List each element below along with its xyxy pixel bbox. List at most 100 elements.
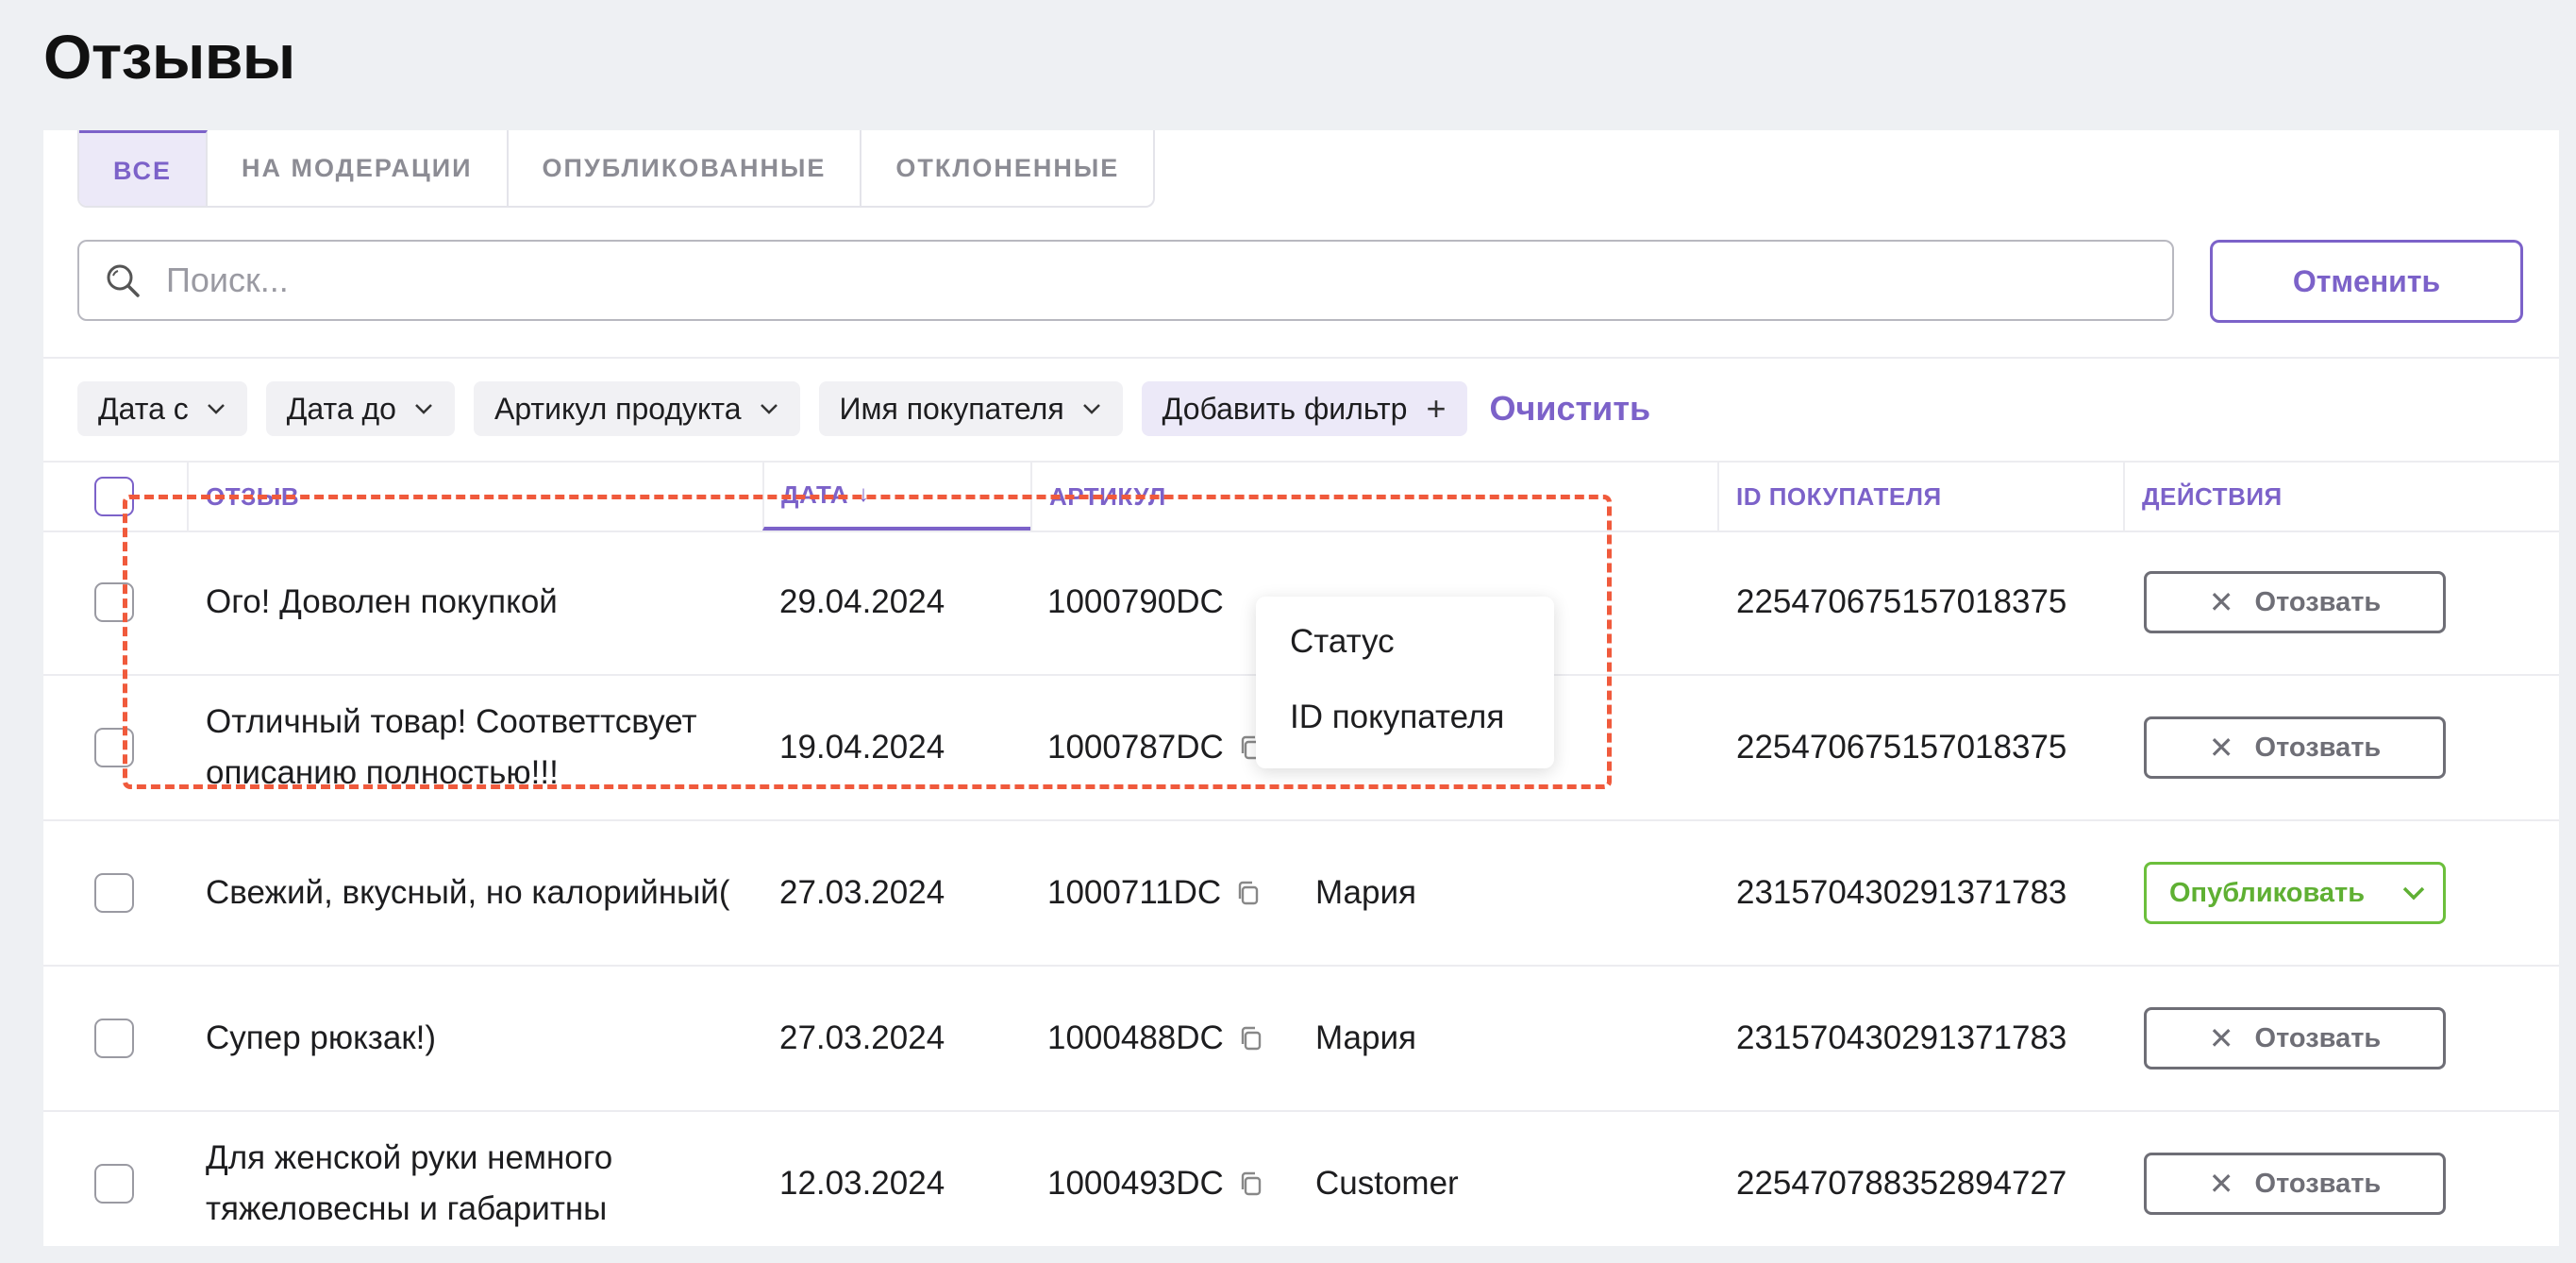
add-filter-label: Добавить фильтр [1162,391,1408,426]
revoke-button[interactable]: ✕ Отозвать [2144,1007,2446,1069]
revoke-label: Отозвать [2254,732,2382,763]
revoke-label: Отозвать [2254,1168,2382,1199]
column-date-label: ДАТА [781,480,849,509]
review-text: Свежий, вкусный, но калорийный( [206,874,730,911]
buyer-id: 231570430291371783 [1736,1019,2067,1056]
revoke-button[interactable]: ✕ Отозвать [2144,571,2446,633]
close-icon: ✕ [2208,731,2234,765]
add-filter-button[interactable]: Добавить фильтр + [1141,381,1467,436]
menu-item-status[interactable]: Статус [1290,623,1395,661]
buyer-name: Мария [1315,874,1416,911]
review-date: 27.03.2024 [779,874,945,911]
row-checkbox[interactable] [94,1019,134,1058]
select-all-checkbox[interactable] [94,477,134,516]
buyer-id: 225470788352894727 [1736,1165,2067,1202]
clear-filters-link[interactable]: Очистить [1490,389,1651,429]
filter-date-from[interactable]: Дата с [77,381,247,436]
tab-all[interactable]: ВСЕ [79,130,208,206]
table-row: Для женской руки немного тяжеловесны и г… [43,1112,2559,1255]
status-tabs: ВСЕ НА МОДЕРАЦИИ ОПУБЛИКОВАННЫЕ ОТКЛОНЕН… [77,130,1156,208]
article-value: 1000711DC [1047,874,1222,911]
review-text: Ого! Доволен покупкой [206,583,558,620]
review-text: Отличный товар! Соответтсвует описанию п… [206,703,697,791]
search-icon [107,264,140,297]
menu-item-buyer-id[interactable]: ID покупателя [1290,699,1504,736]
add-filter-menu: Статус ID покупателя [1256,597,1554,768]
row-checkbox[interactable] [94,728,134,767]
sort-arrow-icon: ↓ [858,481,870,507]
row-checkbox-cell [94,530,134,674]
filter-article[interactable]: Артикул продукта [473,381,800,436]
filter-label: Артикул продукта [493,391,742,426]
cancel-button[interactable]: Отменить [2210,240,2523,323]
row-checkbox-cell [94,821,134,965]
reviews-panel: ВСЕ НА МОДЕРАЦИИ ОПУБЛИКОВАННЫЕ ОТКЛОНЕН… [43,130,2559,1246]
column-actions: ДЕЙСТВИЯ [2123,463,2559,530]
buyer-id: 231570430291371783 [1736,874,2067,911]
tab-moderation[interactable]: НА МОДЕРАЦИИ [208,130,509,206]
article-cell: 1000787DC [1047,676,1265,819]
article-value: 1000790DC [1047,583,1224,620]
column-article[interactable]: АРТИКУЛ [1030,463,1285,530]
review-date: 12.03.2024 [779,1165,945,1202]
search-box[interactable] [77,240,2174,321]
table-row: Супер рюкзак!) 27.03.2024 1000488DC Мари… [43,967,2559,1112]
divider [43,357,2559,359]
filter-date-to[interactable]: Дата до [265,381,455,436]
close-icon: ✕ [2208,1021,2234,1055]
chevron-down-icon [207,404,225,414]
close-icon: ✕ [2208,585,2234,619]
article-value: 1000488DC [1047,1019,1224,1056]
row-checkbox-cell [94,1112,134,1255]
review-date: 19.04.2024 [779,729,945,766]
publish-dropdown-button[interactable]: Опубликовать [2144,862,2446,924]
column-review[interactable]: ОТЗЫВ [187,463,804,530]
article-cell: 1000711DC [1047,821,1263,965]
review-date: 29.04.2024 [779,583,945,620]
page-title: Отзывы [43,22,295,92]
chevron-down-icon [415,404,432,414]
filter-bar: Дата с Дата до Артикул продукта Имя поку… [77,381,1650,436]
publish-label: Опубликовать [2169,877,2366,908]
row-checkbox[interactable] [94,1164,134,1204]
table-header: ОТЗЫВ ДАТА ↓ АРТИКУЛ ID ПОКУПАТЕЛЯ ДЕЙСТ… [43,461,2559,532]
filter-buyer-name[interactable]: Имя покупателя [818,381,1123,436]
filter-label: Дата с [98,391,189,426]
chevron-down-icon [760,404,778,414]
copy-icon[interactable] [1237,1170,1265,1198]
column-buyer-id[interactable]: ID ПОКУПАТЕЛЯ [1717,463,2123,530]
close-icon: ✕ [2208,1167,2234,1201]
plus-icon: + [1426,389,1447,428]
article-cell: 1000488DC [1047,967,1265,1110]
action-cell: ✕ Отозвать [2144,676,2446,819]
column-date[interactable]: ДАТА ↓ [762,463,1030,530]
row-checkbox[interactable] [94,873,134,913]
revoke-label: Отозвать [2254,586,2382,617]
table-row: Свежий, вкусный, но калорийный( 27.03.20… [43,821,2559,967]
chevron-down-icon [2402,886,2425,901]
action-cell: Опубликовать [2144,821,2446,965]
buyer-name: Customer [1315,1165,1459,1202]
buyer-id: 225470675157018375 [1736,729,2067,766]
article-cell: 1000493DC [1047,1112,1265,1255]
copy-icon[interactable] [1237,1024,1265,1052]
select-all-cell [94,463,134,530]
review-date: 27.03.2024 [779,1019,945,1056]
review-text: Супер рюкзак!) [206,1019,437,1056]
tab-rejected[interactable]: ОТКЛОНЕННЫЕ [861,130,1153,206]
row-checkbox[interactable] [94,582,134,622]
row-checkbox-cell [94,676,134,819]
copy-icon[interactable] [1234,879,1263,907]
filter-label: Дата до [286,391,396,426]
filter-label: Имя покупателя [839,391,1064,426]
revoke-button[interactable]: ✕ Отозвать [2144,1153,2446,1215]
revoke-label: Отозвать [2254,1022,2382,1053]
buyer-name: Мария [1315,1019,1416,1056]
tab-published[interactable]: ОПУБЛИКОВАННЫЕ [509,130,862,206]
action-cell: ✕ Отозвать [2144,1112,2446,1255]
revoke-button[interactable]: ✕ Отозвать [2144,716,2446,779]
action-cell: ✕ Отозвать [2144,967,2446,1110]
article-cell: 1000790DC [1047,530,1224,674]
search-input[interactable] [164,260,2055,301]
article-value: 1000493DC [1047,1165,1224,1202]
